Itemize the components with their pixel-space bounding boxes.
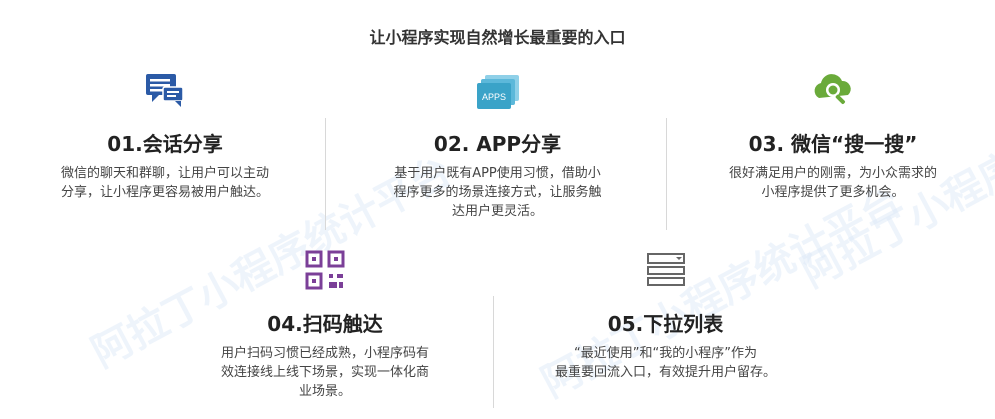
item-desc: “最近使用”和“我的小程序”作为 最重要回流入口，有效提升用户留存。 bbox=[554, 346, 776, 380]
divider bbox=[666, 118, 667, 230]
apps-icon: APPS bbox=[475, 74, 521, 118]
search-cloud-icon bbox=[809, 72, 857, 116]
entry-card-5: 05.下拉列表 “最近使用”和“我的小程序”作为 最重要回流入口，有效提升用户留… bbox=[518, 250, 813, 400]
item-desc: 微信的聊天和群聊，让用户可以主动 分享，让小程序更容易被用户触达。 bbox=[60, 166, 269, 200]
item-desc: 用户扫码习惯已经成熟，小程序码有 效连接线上线下场景，实现一体化商 业场景。 bbox=[220, 346, 429, 399]
item-title: 04.扫码触达 bbox=[267, 312, 383, 336]
item-desc: 很好满足用户的刚需，为小众需求的 小程序提供了更多机会。 bbox=[728, 166, 937, 200]
divider bbox=[493, 296, 494, 408]
entry-card-4: 04.扫码触达 用户扫码习惯已经成熟，小程序码有 效连接线上线下场景，实现一体化… bbox=[180, 248, 470, 408]
chat-icon bbox=[143, 72, 187, 114]
item-title: 05.下拉列表 bbox=[607, 312, 724, 336]
entry-card-2: APPS 02. APP分享 基于用户既有APP使用习惯，借助小 程序更多的场景… bbox=[350, 74, 645, 224]
dropdown-list-icon bbox=[644, 250, 688, 294]
item-desc: 基于用户既有APP使用习惯，借助小 程序更多的场景连接方式，让服务触 达用户更灵… bbox=[393, 166, 602, 219]
entry-card-1: 01.会话分享 微信的聊天和群聊，让用户可以主动 分享，让小程序更容易被用户触达… bbox=[20, 72, 310, 212]
qr-code-icon bbox=[303, 248, 347, 296]
item-title: 02. APP分享 bbox=[433, 132, 562, 156]
page-title: 让小程序实现自然增长最重要的入口 bbox=[369, 28, 626, 47]
apps-icon-label: APPS bbox=[481, 92, 505, 102]
divider bbox=[325, 118, 326, 230]
item-title: 01.会话分享 bbox=[107, 132, 223, 156]
item-title: 03. 微信“搜一搜” bbox=[748, 132, 918, 156]
entry-card-3: 03. 微信“搜一搜” 很好满足用户的刚需，为小众需求的 小程序提供了更多机会。 bbox=[688, 72, 978, 212]
